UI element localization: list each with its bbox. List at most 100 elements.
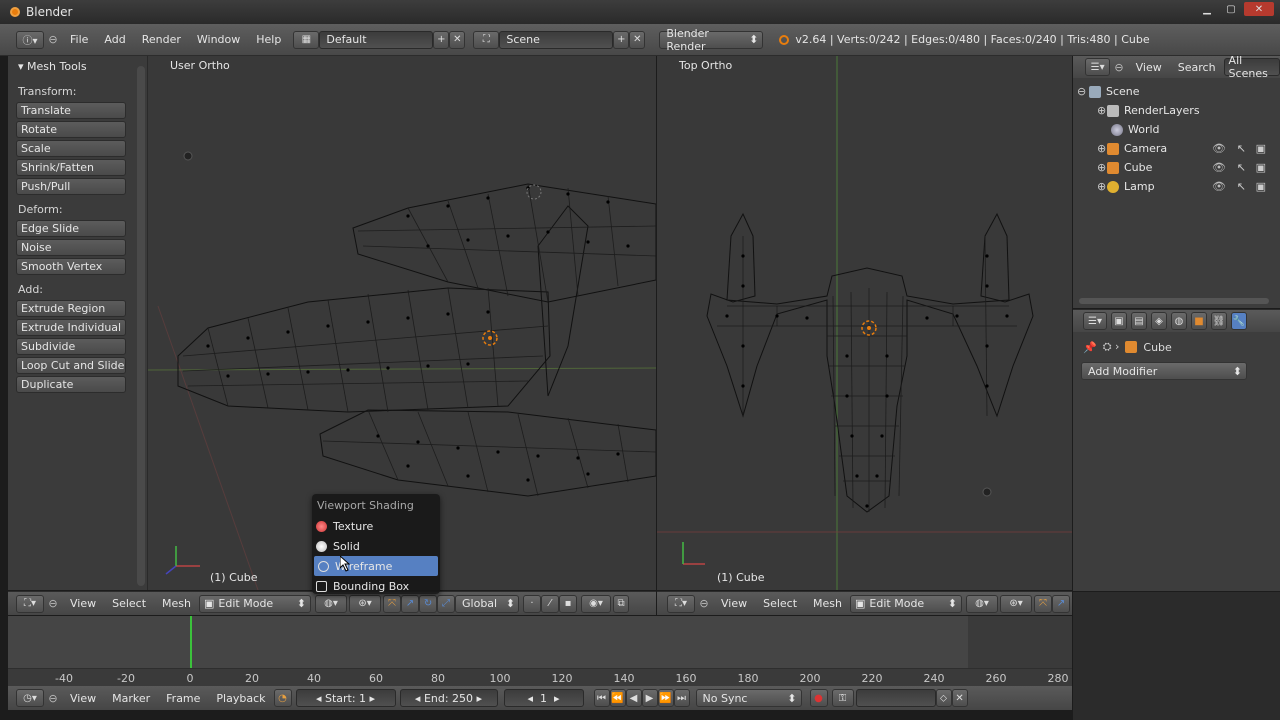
keying-set-icon[interactable]: ⚿ [831,689,854,707]
end-frame-field[interactable]: ◂ End: 250 ▸ [399,689,498,707]
add-modifier-dropdown[interactable]: Add Modifier ⬍ [1081,362,1247,380]
menu-select-left[interactable]: Select [104,597,154,610]
extrude-region-button[interactable]: Extrude Region [16,300,126,317]
manipulator-right-icon[interactable]: ⤧ [1034,594,1053,613]
orientation-dropdown[interactable]: Global ⬍ [455,594,520,613]
timeline-menu-playback[interactable]: Playback [208,692,273,705]
tool-shelf-header[interactable]: ▾ Mesh Tools [8,56,147,77]
menu-select-right[interactable]: Select [755,597,805,610]
scale-button[interactable]: Scale [16,140,126,157]
timeline-editor[interactable]: -40 -20 0 20 40 60 80 100 120 140 160 18… [8,616,1072,686]
timeline-menu-marker[interactable]: Marker [104,692,158,705]
push-pull-button[interactable]: Push/Pull [16,178,126,195]
menu-view-right[interactable]: View [713,597,755,610]
select-arrow-icon-cube[interactable]: ↖ [1237,161,1246,174]
constraints-tab-icon[interactable]: ⛓ [1211,312,1227,330]
jump-keyframe-back-icon[interactable]: ⏪ [609,689,626,707]
vertex-select-icon[interactable]: · [523,594,542,613]
remove-scene-icon[interactable]: ✕ [629,30,646,49]
play-reverse-icon[interactable]: ◀ [625,689,642,707]
menu-mesh-right[interactable]: Mesh [805,597,850,610]
modifiers-tab-icon[interactable]: 🔧 [1231,312,1247,330]
viewport-top-ortho[interactable]: Top Ortho (1) Cube [657,56,1072,590]
shrink-fatten-button[interactable]: Shrink/Fatten [16,159,126,176]
expand-camera-icon[interactable]: ⊕ [1097,142,1107,155]
properties-editor-type-icon[interactable]: ☰▾ [1083,312,1107,330]
expand-cube-icon[interactable]: ⊕ [1097,161,1107,174]
menu-window[interactable]: Window [189,33,248,46]
jump-end-icon[interactable]: ⏭ [673,689,690,707]
outliner-item-lamp[interactable]: ⊕ Lamp 👁 ↖ ▣ [1073,177,1280,196]
rotate-button[interactable]: Rotate [16,121,126,138]
outliner-filter-dropdown[interactable]: All Scenes [1223,54,1280,80]
insert-keyframe-icon[interactable]: ⬦ [935,689,952,707]
scene-tab-icon[interactable]: ◈ [1151,312,1167,330]
pin-icon[interactable]: 📌 [1083,341,1097,354]
duplicate-button[interactable]: Duplicate [16,376,126,393]
outliner-item-world[interactable]: World [1073,120,1280,139]
scale-manipulator-icon[interactable]: ⤢ [437,594,456,613]
smooth-vertex-button[interactable]: Smooth Vertex [16,258,126,275]
render-icon-camera[interactable]: ▣ [1256,142,1266,155]
jump-start-icon[interactable]: ⏮ [593,689,610,707]
render-tab-icon[interactable]: ▣ [1111,312,1127,330]
object-tab-icon[interactable]: ■ [1191,312,1207,330]
pivot-point-icon[interactable]: ⊛▾ [349,594,382,613]
play-icon[interactable]: ▶ [641,689,658,707]
add-scene-icon[interactable]: + [613,30,630,49]
collapse-menu-right-icon[interactable]: ⊖ [695,597,713,610]
screen-layout-field[interactable]: Default [319,30,434,49]
extrude-individual-button[interactable]: Extrude Individual [16,319,126,336]
start-frame-field[interactable]: ◂ Start: 1 ▸ [295,689,396,707]
timeline-menu-frame[interactable]: Frame [158,692,208,705]
collapse-menu-icon[interactable]: ⊖ [44,33,62,46]
outliner-editor-type-icon[interactable]: ☰▾ [1085,58,1111,76]
close-icon[interactable]: ✕ [1244,2,1274,16]
menu-file[interactable]: File [62,33,96,46]
editor-type-right-icon[interactable]: ⛶▾ [667,594,695,613]
outliner-item-scene[interactable]: ⊖ Scene [1073,82,1280,101]
mode-dropdown-right[interactable]: ▣ Edit Mode ⬍ [850,594,963,613]
translate-button[interactable]: Translate [16,102,126,119]
snap-icon[interactable]: ⧉ [613,594,630,613]
timeline-editor-type-icon[interactable]: ◷▾ [16,689,44,707]
current-frame-field[interactable]: ◂ 1 ▸ [503,689,584,707]
pivot-point-right-icon[interactable]: ⊛▾ [1000,594,1033,613]
subdivide-button[interactable]: Subdivide [16,338,126,355]
proportional-edit-icon[interactable]: ◉▾ [581,594,612,613]
timeline-collapse-icon[interactable]: ⊖ [44,692,62,705]
menu-mesh-left[interactable]: Mesh [154,597,199,610]
scene-field[interactable]: Scene [499,30,614,49]
manipulator-icon[interactable]: ⤧ [383,594,402,613]
minimize-icon[interactable]: ▁ [1196,2,1218,16]
menu-render[interactable]: Render [134,33,189,46]
jump-keyframe-forward-icon[interactable]: ⏩ [657,689,674,707]
render-icon-lamp[interactable]: ▣ [1256,180,1266,193]
noise-button[interactable]: Noise [16,239,126,256]
rotate-manipulator-icon[interactable]: ↻ [419,594,438,613]
expand-renderlayers-icon[interactable]: ⊕ [1097,104,1107,117]
sync-mode-dropdown[interactable]: No Sync ⬍ [695,689,802,707]
record-icon[interactable]: ● [809,689,828,707]
render-icon-cube[interactable]: ▣ [1256,161,1266,174]
loop-cut-and-slide-button[interactable]: Loop Cut and Slide [16,357,126,374]
select-arrow-icon-lamp[interactable]: ↖ [1237,180,1246,193]
world-tab-icon[interactable]: ◍ [1171,312,1187,330]
render-engine-dropdown[interactable]: Blender Render ⬍ [659,27,764,53]
timeline-menu-view[interactable]: View [62,692,104,705]
outliner-menu-view[interactable]: View [1128,61,1170,74]
mode-dropdown-left[interactable]: ▣ Edit Mode ⬍ [199,594,312,613]
shading-solid-item[interactable]: Solid [312,536,440,556]
translate-manipulator-icon[interactable]: ↗ [401,594,420,613]
collapse-menu-left-icon[interactable]: ⊖ [44,597,62,610]
outliner-item-renderlayers[interactable]: ⊕ RenderLayers [1073,101,1280,120]
collapse-scene-icon[interactable]: ⊖ [1077,85,1089,98]
shading-bounding-box-item[interactable]: Bounding Box [312,576,440,596]
remove-screen-icon[interactable]: ✕ [449,30,466,49]
keying-set-field[interactable] [855,689,936,707]
tool-shelf-scrollbar[interactable] [137,66,145,586]
scene-icon[interactable]: ⛶ [473,30,500,49]
outliner-scrollbar[interactable] [1079,298,1269,304]
eye-icon-camera[interactable]: 👁 [1212,142,1226,155]
eye-icon-cube[interactable]: 👁 [1212,161,1226,174]
